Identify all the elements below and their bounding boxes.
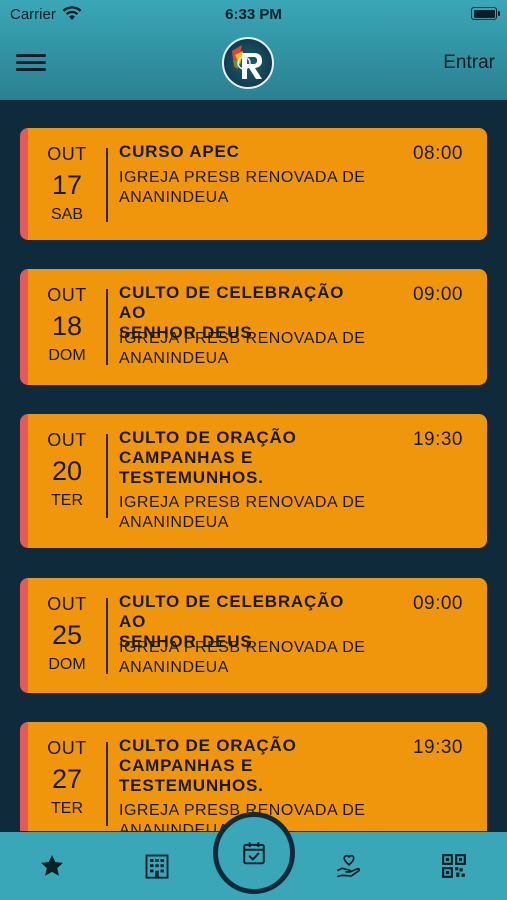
event-title-line: CULTO DE ORAÇÃO xyxy=(119,428,297,447)
status-bar: Carrier 6:33 PM xyxy=(0,0,507,28)
tab-donations[interactable] xyxy=(331,848,367,884)
event-time: 09:00 xyxy=(412,284,463,305)
login-button[interactable]: Entrar xyxy=(443,52,495,74)
event-card[interactable]: OUT 18 DOM CULTO DE CELEBRAÇÃO AO SENHOR… xyxy=(20,269,487,385)
event-weekday: DOM xyxy=(48,347,86,364)
event-month: OUT xyxy=(47,144,87,164)
hand-heart-icon xyxy=(336,854,361,878)
event-venue-line: IGREJA PRESB RENOVADA DE xyxy=(119,169,366,186)
event-date: OUT 27 TER xyxy=(28,738,106,818)
date-divider xyxy=(106,434,108,518)
event-month: OUT xyxy=(47,430,87,450)
event-title: CULTO DE ORAÇÃO CAMPANHAS E TESTEMUNHOS. xyxy=(119,736,369,796)
event-weekday: SAB xyxy=(50,206,83,223)
event-day: 18 xyxy=(51,311,83,341)
event-venue: IGREJA PRESB RENOVADA DE ANANINDEUA xyxy=(119,638,379,678)
date-divider xyxy=(106,742,108,826)
event-title-line: CULTO DE CELEBRAÇÃO AO xyxy=(119,592,345,631)
event-title-line: CAMPANHAS E xyxy=(119,448,254,467)
event-month: OUT xyxy=(47,738,87,758)
event-month: OUT xyxy=(47,594,87,614)
hamburger-menu-button[interactable] xyxy=(16,52,46,74)
event-venue: IGREJA PRESB RENOVADA DE ANANINDEUA xyxy=(119,493,379,533)
qr-code-icon xyxy=(442,854,466,878)
church-logo xyxy=(222,37,274,89)
event-title-line: CAMPANHAS E xyxy=(119,756,254,775)
event-card[interactable]: OUT 17 SAB CURSO APEC IGREJA PRESB RENOV… xyxy=(20,128,487,240)
event-venue-line: IGREJA PRESB RENOVADA DE xyxy=(119,639,366,656)
event-date: OUT 25 DOM xyxy=(28,594,106,674)
event-venue: IGREJA PRESB RENOVADA DE ANANINDEUA xyxy=(119,329,379,369)
tab-favorites[interactable] xyxy=(34,848,70,884)
event-venue: IGREJA PRESB RENOVADA DE ANANINDEUA xyxy=(119,168,379,208)
event-card[interactable]: OUT 20 TER CULTO DE ORAÇÃO CAMPANHAS E T… xyxy=(20,414,487,548)
event-title: CURSO APEC xyxy=(119,142,369,162)
date-divider xyxy=(106,148,108,222)
date-divider xyxy=(106,289,108,365)
event-date: OUT 17 SAB xyxy=(28,144,106,224)
event-venue-line: IGREJA PRESB RENOVADA DE xyxy=(119,330,366,347)
tab-church[interactable] xyxy=(139,848,175,884)
logo-icon xyxy=(232,45,262,79)
event-weekday: TER xyxy=(51,492,83,509)
event-date: OUT 20 TER xyxy=(28,430,106,510)
event-venue-line: ANANINDEUA xyxy=(119,350,229,367)
event-weekday: DOM xyxy=(48,656,86,673)
status-time: 6:33 PM xyxy=(225,6,282,23)
star-icon xyxy=(40,854,64,876)
event-time: 09:00 xyxy=(412,593,463,614)
event-month: OUT xyxy=(47,285,87,305)
event-day: 25 xyxy=(51,620,83,650)
event-title-line: TESTEMUNHOS. xyxy=(119,468,264,487)
battery-icon xyxy=(471,7,500,20)
event-venue-line: ANANINDEUA xyxy=(119,189,229,206)
event-day: 27 xyxy=(51,764,83,794)
event-day: 20 xyxy=(51,456,83,486)
events-list: OUT 17 SAB CURSO APEC IGREJA PRESB RENOV… xyxy=(0,100,507,831)
event-card[interactable]: OUT 25 DOM CULTO DE CELEBRAÇÃO AO SENHOR… xyxy=(20,578,487,693)
event-weekday: TER xyxy=(51,800,83,817)
event-date: OUT 18 DOM xyxy=(28,285,106,365)
event-time: 19:30 xyxy=(412,737,463,758)
calendar-check-icon xyxy=(243,842,265,865)
event-title-line: CULTO DE CELEBRAÇÃO AO xyxy=(119,283,345,322)
date-divider xyxy=(106,598,108,674)
tab-agenda[interactable] xyxy=(213,812,295,894)
tab-qr-code[interactable] xyxy=(436,848,472,884)
event-title-line: TESTEMUNHOS. xyxy=(119,776,264,795)
event-time: 19:30 xyxy=(412,429,463,450)
event-venue-line: ANANINDEUA xyxy=(119,514,229,531)
event-venue-line: IGREJA PRESB RENOVADA DE xyxy=(119,494,366,511)
event-title-line: CULTO DE ORAÇÃO xyxy=(119,736,297,755)
event-day: 17 xyxy=(51,170,83,200)
event-title-line: CURSO APEC xyxy=(119,142,240,161)
building-icon xyxy=(145,854,169,879)
event-title: CULTO DE ORAÇÃO CAMPANHAS E TESTEMUNHOS. xyxy=(119,428,369,488)
event-time: 08:00 xyxy=(412,143,463,164)
app-header: Carrier 6:33 PM Entrar xyxy=(0,0,507,100)
event-venue-line: ANANINDEUA xyxy=(119,659,229,676)
